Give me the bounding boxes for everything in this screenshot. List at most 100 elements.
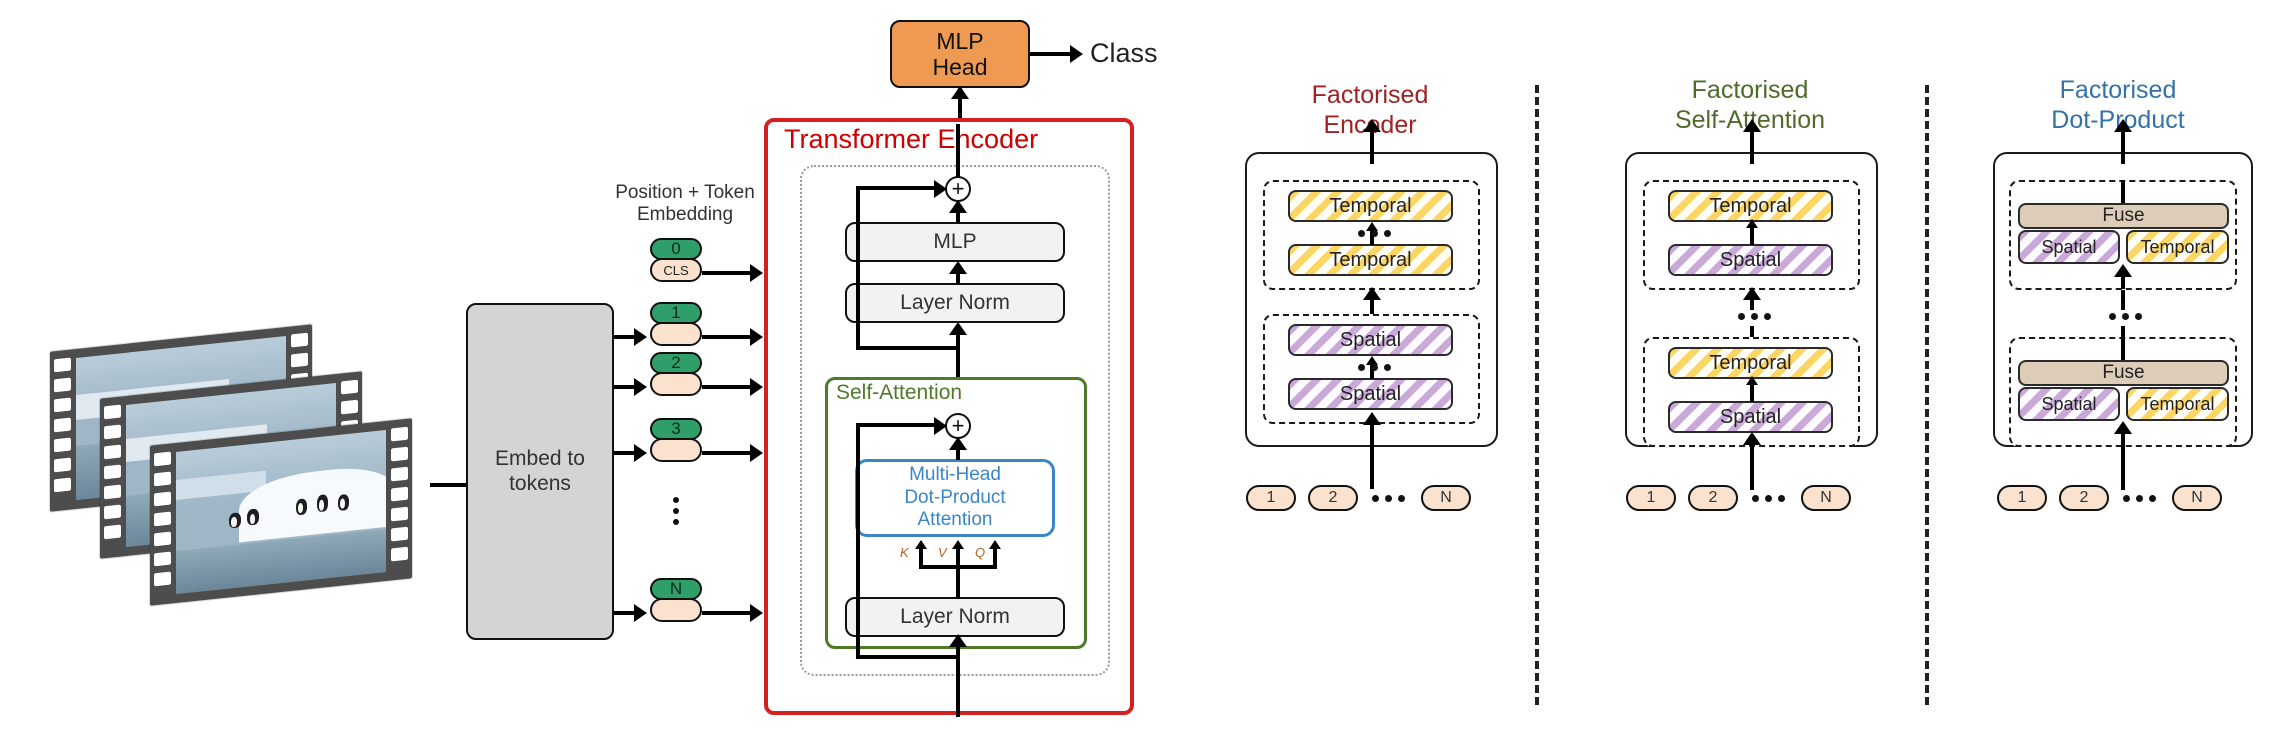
token-embedding-cls[interactable]: CLS [650, 258, 702, 282]
token-row-1: 1 [650, 302, 702, 346]
variant-3-input-token-n[interactable]: N [2172, 485, 2222, 511]
position-embedding-3-label: 3 [671, 419, 681, 438]
divider-1 [1535, 85, 1539, 705]
variant-2-temporal-lower[interactable]: Temporal [1668, 347, 1833, 379]
position-embedding-2[interactable]: 2 [650, 352, 702, 374]
token-row-3: 3 [650, 418, 702, 462]
variant-2-title-line1: Factorised [1691, 76, 1809, 104]
arrow-lntop-to-mlp-head [949, 261, 967, 274]
variant-1-output-arrow [1363, 119, 1381, 132]
token-embedding-cls-label: CLS [663, 262, 689, 278]
arrow-token0-to-encoder [702, 271, 752, 275]
variant-1-title-line1: Factorised [1311, 81, 1429, 109]
variant-1-input-line2 [1370, 447, 1374, 489]
token-embedding-1[interactable] [650, 322, 702, 346]
pos-embed-line1: Position + Token [615, 182, 755, 203]
variant-1-spatial-ellipsis [1358, 364, 1391, 371]
variant-2-group-link-arrow [1743, 287, 1761, 300]
position-embedding-n[interactable]: N [650, 578, 702, 600]
arrow-embed-to-token3-head [634, 444, 647, 462]
position-token-embedding-label: Position + Token Embedding [595, 182, 775, 226]
variant-3-input-token-2-label: 2 [2079, 489, 2089, 506]
mlp-block-label: MLP [933, 229, 977, 253]
mlp-head-line2: Head [932, 54, 988, 80]
position-embedding-1[interactable]: 1 [650, 302, 702, 324]
arrow-encoder-to-mlphead-head [951, 86, 969, 99]
residual-skip-bottom-bottom [856, 655, 958, 659]
token-ellipsis [673, 497, 679, 525]
arrow-embed-to-token1 [614, 335, 636, 339]
k-arrow-head [915, 540, 927, 549]
variant-1-input-token-2[interactable]: 2 [1308, 485, 1358, 511]
arrow-embed-to-token1-head [634, 328, 647, 346]
arrow-attn-to-add-head [949, 437, 967, 450]
residual-add-top-symbol: + [951, 176, 965, 201]
residual-skip-bottom-top [856, 423, 940, 427]
variant-3-output-arrow [2114, 119, 2132, 132]
variant-2-input-token-n[interactable]: N [1801, 485, 1851, 511]
variant-3-fuse-upper-label: Fuse [2102, 205, 2145, 226]
variant-2-temporal-upper[interactable]: Temporal [1668, 190, 1833, 222]
variant-1-temporal-ellipsis [1358, 230, 1391, 237]
variant-1-temporal-upper[interactable]: Temporal [1288, 190, 1453, 222]
variant-3-fuse-lower[interactable]: Fuse [2018, 360, 2229, 386]
variant-3-temporal-upper[interactable]: Temporal [2126, 230, 2229, 264]
position-embedding-3[interactable]: 3 [650, 418, 702, 440]
variant-3-temporal-upper-label: Temporal [2140, 236, 2215, 257]
mlp-block[interactable]: MLP [845, 222, 1065, 262]
variant-1-spatial-lower[interactable]: Spatial [1288, 378, 1453, 410]
variant-3-input-token-2[interactable]: 2 [2059, 485, 2109, 511]
position-embedding-n-label: N [669, 579, 683, 598]
attention-line3: Attention [917, 509, 993, 531]
variant-3-fuse-lower-label: Fuse [2102, 362, 2145, 383]
arrow-mlp-to-class [1030, 52, 1074, 56]
variant-1-temporal-upper-label: Temporal [1329, 194, 1412, 217]
arrow-embed-to-token3 [614, 451, 636, 455]
attention-line1: Multi-Head [909, 463, 1001, 485]
variant-1-input-token-2-label: 2 [1328, 489, 1338, 506]
layer-norm-top-block[interactable]: Layer Norm [845, 283, 1065, 323]
transformer-encoder-title: Transformer Encoder [784, 124, 1039, 154]
variant-1-input-token-1[interactable]: 1 [1246, 485, 1296, 511]
variant-3-spatial-lower[interactable]: Spatial [2018, 387, 2120, 421]
variant-3-input-token-1[interactable]: 1 [1997, 485, 2047, 511]
variant-2-input-token-2[interactable]: 2 [1688, 485, 1738, 511]
variant-2-spatial-lower[interactable]: Spatial [1668, 401, 1833, 433]
arrow-token1-to-encoder [702, 335, 752, 339]
token-row-0: 0 CLS [650, 238, 702, 282]
position-embedding-1-label: 1 [671, 303, 681, 322]
variant-2-input-token-1[interactable]: 1 [1626, 485, 1676, 511]
encoder-input-line [956, 637, 960, 717]
variant-3-fuse-upper[interactable]: Fuse [2018, 203, 2229, 229]
video-frame-front [150, 418, 412, 606]
variant-1-temporal-lower[interactable]: Temporal [1288, 244, 1453, 276]
position-embedding-0[interactable]: 0 [650, 238, 702, 260]
arrow-token2-head [750, 378, 763, 396]
variant-2-spatial-upper[interactable]: Spatial [1668, 244, 1833, 276]
embed-to-tokens-box[interactable]: Embed to tokens [466, 303, 614, 640]
multihead-attention-block[interactable]: Multi-Head Dot-Product Attention [855, 459, 1055, 537]
variant-factorised-encoder: Factorised Encoder Temporal Temporal Spa… [1220, 80, 1520, 700]
variant-3-input-ellipsis [2123, 495, 2156, 502]
layer-norm-bottom-block[interactable]: Layer Norm [845, 597, 1065, 637]
variant-2-spatial-upper-label: Spatial [1719, 248, 1782, 271]
variant-3-temporal-lower[interactable]: Temporal [2126, 387, 2229, 421]
attention-line2: Dot-Product [904, 486, 1006, 508]
variant-3-spatial-upper[interactable]: Spatial [2018, 230, 2120, 264]
variant-1-spatial-upper[interactable]: Spatial [1288, 324, 1453, 356]
k-label: K [900, 545, 909, 560]
embed-to-tokens-label: Embed to tokens [495, 447, 585, 495]
variant-3-input-line [2121, 445, 2125, 490]
residual-skip-top-top [856, 186, 940, 190]
variant-2-lower-inner-arrow [1746, 376, 1758, 385]
figure-canvas: Embed to tokens Position + Token Embeddi… [0, 0, 2288, 748]
variant-3-spatial-lower-label: Spatial [2041, 393, 2097, 414]
variant-3-upper-fuse-out [2121, 180, 2125, 204]
token-embedding-3[interactable] [650, 438, 702, 462]
variant-2-input-token-1-label: 1 [1646, 489, 1656, 506]
mlp-head-line1: MLP [936, 27, 984, 54]
token-embedding-2[interactable] [650, 372, 702, 396]
variant-1-input-token-n[interactable]: N [1421, 485, 1471, 511]
mlp-head-box[interactable]: MLP Head [890, 20, 1030, 88]
token-embedding-n[interactable] [650, 598, 702, 622]
